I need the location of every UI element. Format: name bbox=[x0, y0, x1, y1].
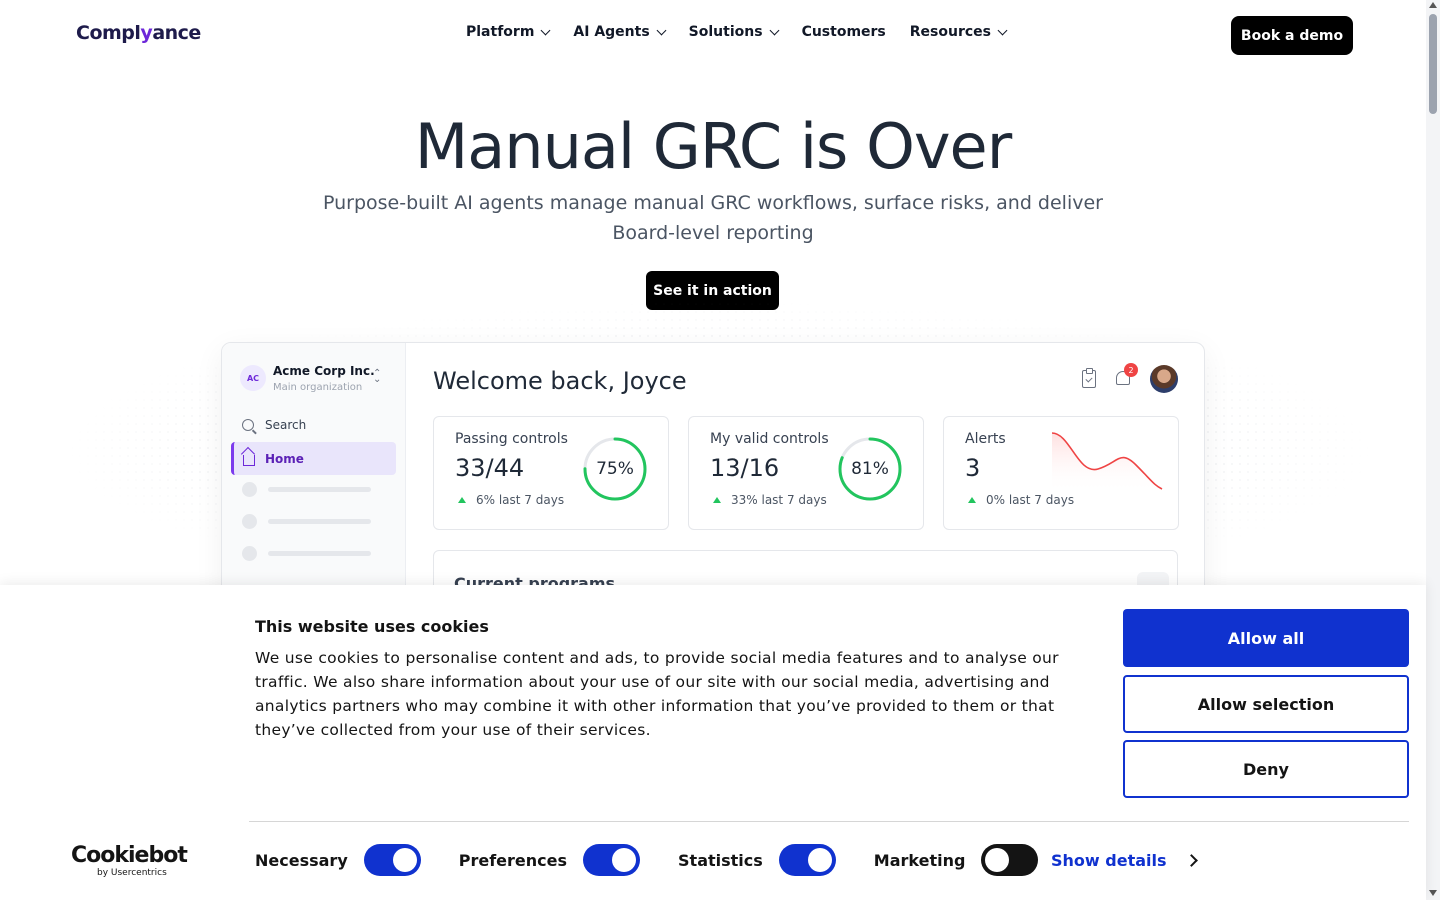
card-alerts: Alerts 3 0% last 7 days bbox=[943, 416, 1179, 530]
progress-percent: 81% bbox=[851, 459, 889, 479]
marketing-switch[interactable] bbox=[981, 844, 1039, 876]
preferences-switch[interactable] bbox=[583, 844, 641, 876]
org-subtitle: Main organization bbox=[273, 382, 363, 393]
card-passing-controls: Passing controls 33/44 6% last 7 days 75… bbox=[433, 416, 669, 530]
search-icon bbox=[242, 419, 254, 431]
sidebar-placeholder-item bbox=[242, 482, 371, 497]
statistics-switch[interactable] bbox=[778, 844, 836, 876]
org-name: Acme Corp Inc. bbox=[273, 364, 375, 378]
chevron-down-icon bbox=[656, 25, 667, 35]
sidebar-item-home: Home bbox=[231, 442, 396, 475]
welcome-heading: Welcome back, Joyce bbox=[433, 367, 687, 395]
chevron-up-down-icon: ⌃ ⌄ bbox=[373, 368, 382, 385]
cookiebot-logo[interactable]: Cookiebot by Usercentrics bbox=[71, 844, 188, 879]
nav-solutions[interactable]: Solutions bbox=[689, 24, 780, 40]
org-avatar: AC bbox=[240, 365, 266, 391]
toggle-necessary: Necessary bbox=[255, 844, 421, 876]
nav-customers[interactable]: Customers bbox=[802, 24, 886, 40]
scroll-down-arrow-icon[interactable] bbox=[1429, 890, 1437, 896]
chevron-right-icon bbox=[1184, 854, 1198, 867]
dashboard-preview: AC Acme Corp Inc. Main organization ⌃ ⌄ S… bbox=[221, 342, 1205, 602]
nav-platform[interactable]: Platform bbox=[466, 24, 551, 40]
alerts-sparkline bbox=[1051, 432, 1163, 493]
hero-title: Manual GRC is Over bbox=[414, 110, 1012, 183]
company-logo[interactable]: Complyance bbox=[76, 22, 201, 44]
toggle-preferences: Preferences bbox=[459, 844, 641, 876]
page-scrollbar[interactable] bbox=[1426, 0, 1440, 900]
divider bbox=[249, 821, 1409, 822]
allow-all-button[interactable]: Allow all bbox=[1123, 609, 1409, 667]
cookie-banner: This website uses cookies We use cookies… bbox=[0, 585, 1426, 900]
dashboard-top-icons: 2 bbox=[1082, 363, 1178, 393]
book-demo-button[interactable]: Book a demo bbox=[1231, 16, 1353, 55]
nav-ai-agents[interactable]: AI Agents bbox=[573, 24, 667, 40]
clipboard-check-icon bbox=[1082, 368, 1096, 388]
trend-up-icon bbox=[968, 497, 976, 503]
hero-subtitle: Purpose-built AI agents manage manual GR… bbox=[323, 192, 1103, 244]
sidebar-placeholder-item bbox=[242, 514, 371, 529]
notification-badge: 2 bbox=[1124, 363, 1138, 377]
sidebar-search: Search bbox=[242, 418, 306, 432]
trend-up-icon bbox=[458, 497, 466, 503]
nav-resources[interactable]: Resources bbox=[910, 24, 1008, 40]
cookie-title: This website uses cookies bbox=[255, 617, 489, 636]
toggle-statistics: Statistics bbox=[678, 844, 836, 876]
necessary-switch[interactable] bbox=[363, 844, 421, 876]
notifications: 2 bbox=[1114, 363, 1138, 388]
card-valid-controls: My valid controls 13/16 33% last 7 days … bbox=[688, 416, 924, 530]
show-details-link[interactable]: Show details bbox=[1051, 851, 1198, 870]
toggle-marketing: Marketing bbox=[874, 844, 1039, 876]
trend-up-icon bbox=[713, 497, 721, 503]
sidebar-placeholder-item bbox=[242, 546, 371, 561]
site-header: Complyance Platform AI Agents Solutions … bbox=[0, 0, 1426, 72]
deny-button[interactable]: Deny bbox=[1123, 740, 1409, 798]
scrollbar-thumb[interactable] bbox=[1429, 14, 1437, 114]
scroll-up-arrow-icon[interactable] bbox=[1429, 2, 1437, 8]
dashboard-sidebar: AC Acme Corp Inc. Main organization ⌃ ⌄ S… bbox=[222, 343, 406, 601]
chevron-down-icon bbox=[997, 25, 1008, 35]
home-icon bbox=[243, 454, 255, 466]
progress-percent: 75% bbox=[596, 459, 634, 479]
allow-selection-button[interactable]: Allow selection bbox=[1123, 675, 1409, 733]
consent-toggles: Necessary Preferences Statistics Marketi… bbox=[255, 844, 1076, 876]
chevron-down-icon bbox=[769, 25, 780, 35]
main-nav: Platform AI Agents Solutions Customers R… bbox=[466, 24, 1008, 40]
dashboard-main: Welcome back, Joyce 2 Passing controls 3… bbox=[406, 343, 1204, 601]
user-avatar bbox=[1150, 365, 1178, 393]
cookie-description: We use cookies to personalise content an… bbox=[255, 649, 1059, 739]
chevron-down-icon bbox=[540, 25, 551, 35]
